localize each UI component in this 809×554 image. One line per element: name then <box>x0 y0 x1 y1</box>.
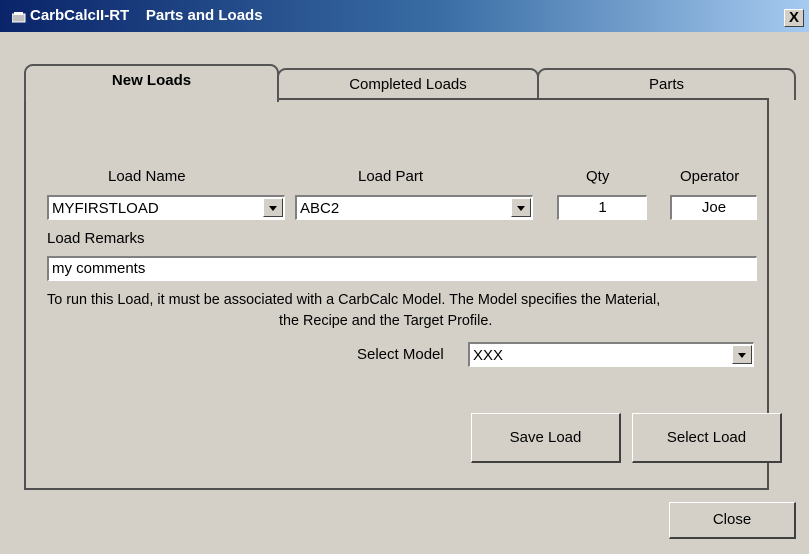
close-button[interactable]: Close <box>669 502 796 539</box>
close-window-button[interactable]: X <box>784 9 804 27</box>
window-title-page: Parts and Loads <box>145 7 263 24</box>
tab-parts[interactable]: Parts <box>537 68 796 100</box>
window-title-app: CarbCalcII-RT <box>30 7 130 24</box>
app-icon <box>12 12 26 23</box>
window-title: CarbCalcII-RT Parts and Loads <box>30 7 263 24</box>
tab-new-loads[interactable]: New Loads <box>24 64 279 102</box>
title-bar[interactable]: CarbCalcII-RT Parts and Loads X <box>0 0 809 32</box>
tab-completed-loads[interactable]: Completed Loads <box>277 68 539 100</box>
new-loads-panel <box>24 98 769 490</box>
